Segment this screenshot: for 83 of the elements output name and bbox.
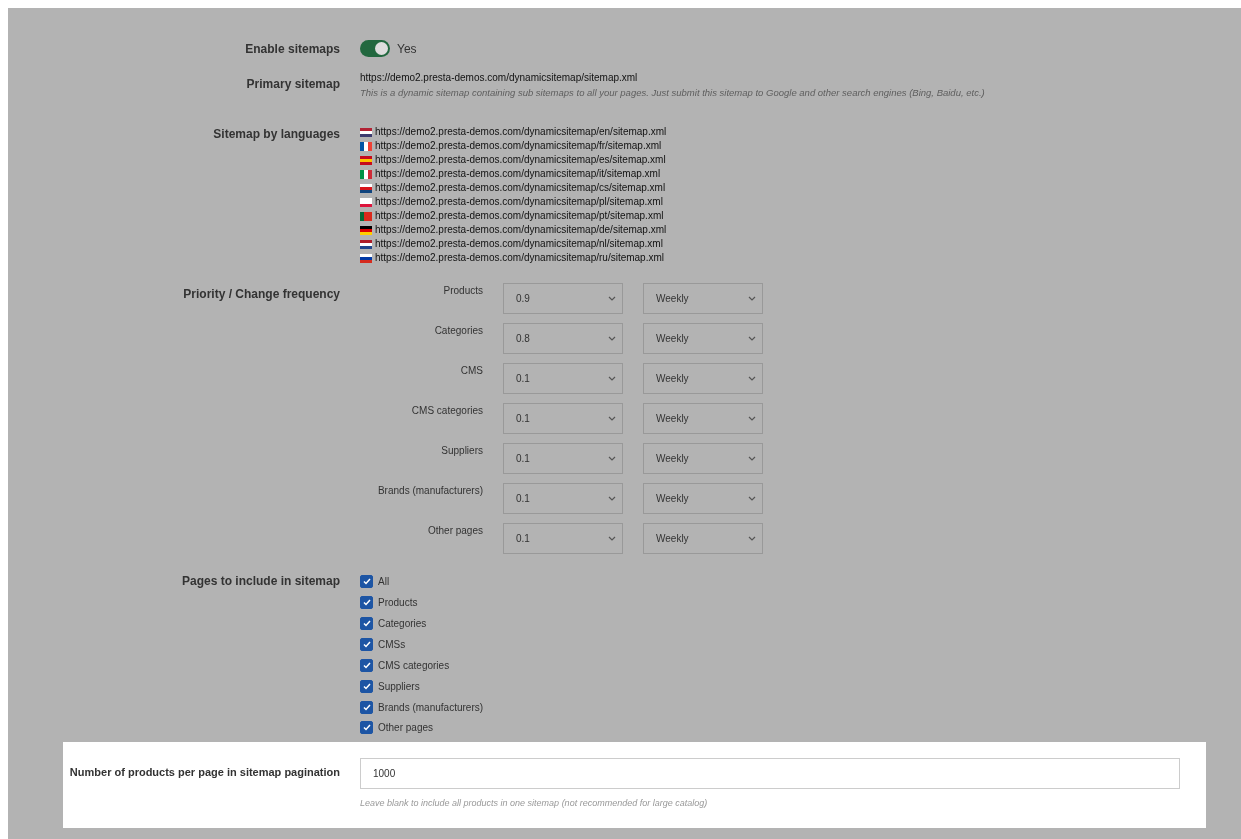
frequency-select[interactable]: Weekly bbox=[643, 443, 763, 474]
field-label: Enable sitemaps bbox=[244, 41, 340, 57]
frequency-select[interactable]: Weekly bbox=[643, 483, 763, 514]
frequency-select[interactable]: Weekly bbox=[643, 523, 763, 554]
chevron-down-icon bbox=[748, 496, 756, 501]
checkbox[interactable] bbox=[360, 575, 373, 589]
frequency-select[interactable]: Weekly bbox=[643, 403, 763, 434]
sitemap-url: https://demo2.presta-demos.com/dynamicsitemap/ru/sitemap.xml bbox=[375, 251, 664, 265]
input-field[interactable]: 1000 bbox=[360, 757, 1180, 789]
sitemap-url: https://demo2.presta-demos.com/dynamicsitemap/nl/sitemap.xml bbox=[375, 237, 663, 251]
checkbox-label: Products bbox=[378, 597, 418, 609]
flag-icon bbox=[360, 169, 372, 179]
priority-select[interactable]: 0.1 bbox=[503, 363, 623, 394]
chevron-down-icon bbox=[608, 536, 616, 541]
priority-select[interactable]: 0.1 bbox=[503, 443, 623, 474]
chevron-down-icon bbox=[748, 336, 756, 341]
flag-icon bbox=[360, 225, 372, 235]
help-text: Leave blank to include all products in one sitemap (not recommended for large catalog) bbox=[360, 797, 709, 808]
sitemap-url: https://demo2.presta-demos.com/dynamicsitemap/de/sitemap.xml bbox=[375, 223, 667, 237]
field-label: CMS categories bbox=[410, 404, 483, 418]
checkbox-label: Categories bbox=[378, 617, 427, 629]
help-text: This is a dynamic sitemap containing sub sitemaps to all your pages. Just submit this sitemap to Google and other search engines (Bing, Baidu, etc.) bbox=[360, 87, 986, 98]
checkbox[interactable] bbox=[360, 637, 373, 651]
chevron-down-icon bbox=[608, 296, 616, 301]
chevron-down-icon bbox=[748, 296, 756, 301]
sitemap-url: https://demo2.presta-demos.com/dynamicsitemap/pl/sitemap.xml bbox=[375, 195, 663, 209]
flag-icon bbox=[360, 183, 372, 193]
chevron-down-icon bbox=[608, 416, 616, 421]
sitemap-url: https://demo2.presta-demos.com/dynamicsitemap/cs/sitemap.xml bbox=[375, 181, 666, 195]
sitemap-url: https://demo2.presta-demos.com/dynamicsitemap/pt/sitemap.xml bbox=[375, 209, 664, 223]
checkbox[interactable] bbox=[360, 616, 373, 630]
flag-icon bbox=[360, 253, 372, 263]
priority-select[interactable]: 0.1 bbox=[503, 523, 623, 554]
priority-select[interactable]: 0.8 bbox=[503, 323, 623, 354]
checkbox[interactable] bbox=[360, 679, 373, 693]
field-label: CMS bbox=[459, 364, 483, 378]
field-label: Pages to include in sitemap bbox=[180, 574, 340, 590]
sitemap-url: https://demo2.presta-demos.com/dynamicsitemap/fr/sitemap.xml bbox=[375, 139, 662, 153]
toggle-switch[interactable] bbox=[360, 40, 390, 57]
field-label: Other pages bbox=[426, 524, 483, 538]
field-label: Primary sitemap bbox=[245, 76, 340, 93]
field-label: Sitemap by languages bbox=[212, 126, 340, 143]
frequency-select[interactable]: Weekly bbox=[643, 283, 763, 314]
sitemap-url: https://demo2.presta-demos.com/dynamicsitemap/it/sitemap.xml bbox=[375, 167, 661, 181]
chevron-down-icon bbox=[608, 336, 616, 341]
checkbox[interactable] bbox=[360, 700, 373, 714]
chevron-down-icon bbox=[748, 416, 756, 421]
checkbox-label: All bbox=[378, 576, 390, 588]
flag-icon bbox=[360, 197, 372, 207]
toggle-value: Yes bbox=[397, 41, 417, 56]
sitemap-url: https://demo2.presta-demos.com/dynamicsitemap/es/sitemap.xml bbox=[375, 153, 666, 167]
chevron-down-icon bbox=[748, 456, 756, 461]
flag-icon bbox=[360, 141, 372, 151]
field-label: Suppliers bbox=[440, 444, 483, 458]
checkbox[interactable] bbox=[360, 658, 373, 672]
sitemap-url: https://demo2.presta-demos.com/dynamicsitemap/sitemap.xml bbox=[360, 71, 639, 85]
field-label: Number of products per page in sitemap pagination bbox=[68, 764, 340, 780]
chevron-down-icon bbox=[748, 376, 756, 381]
field-label: Categories bbox=[433, 324, 483, 338]
field-label: Brands (manufacturers) bbox=[376, 484, 483, 498]
priority-select[interactable]: 0.1 bbox=[503, 483, 623, 514]
checkbox[interactable] bbox=[360, 721, 373, 735]
chevron-down-icon bbox=[608, 376, 616, 381]
frequency-select[interactable]: Weekly bbox=[643, 363, 763, 394]
checkbox-label: CMS categories bbox=[378, 659, 450, 671]
chevron-down-icon bbox=[608, 496, 616, 501]
sitemap-url: https://demo2.presta-demos.com/dynamicsitemap/en/sitemap.xml bbox=[375, 125, 667, 139]
field-label: Priority / Change frequency bbox=[182, 286, 340, 303]
priority-select[interactable]: 0.9 bbox=[503, 283, 623, 314]
checkbox-label: Suppliers bbox=[378, 680, 420, 692]
checkbox-label: Other pages bbox=[378, 722, 434, 734]
chevron-down-icon bbox=[748, 536, 756, 541]
flag-icon bbox=[360, 155, 372, 165]
flag-icon bbox=[360, 127, 372, 137]
priority-select[interactable]: 0.1 bbox=[503, 403, 623, 434]
checkbox-label: Brands (manufacturers) bbox=[378, 701, 484, 713]
checkbox[interactable] bbox=[360, 596, 373, 610]
flag-icon bbox=[360, 211, 372, 221]
frequency-select[interactable]: Weekly bbox=[643, 323, 763, 354]
chevron-down-icon bbox=[608, 456, 616, 461]
field-label: Products bbox=[442, 284, 483, 298]
flag-icon bbox=[360, 239, 372, 249]
checkbox-label: CMSs bbox=[378, 638, 406, 650]
